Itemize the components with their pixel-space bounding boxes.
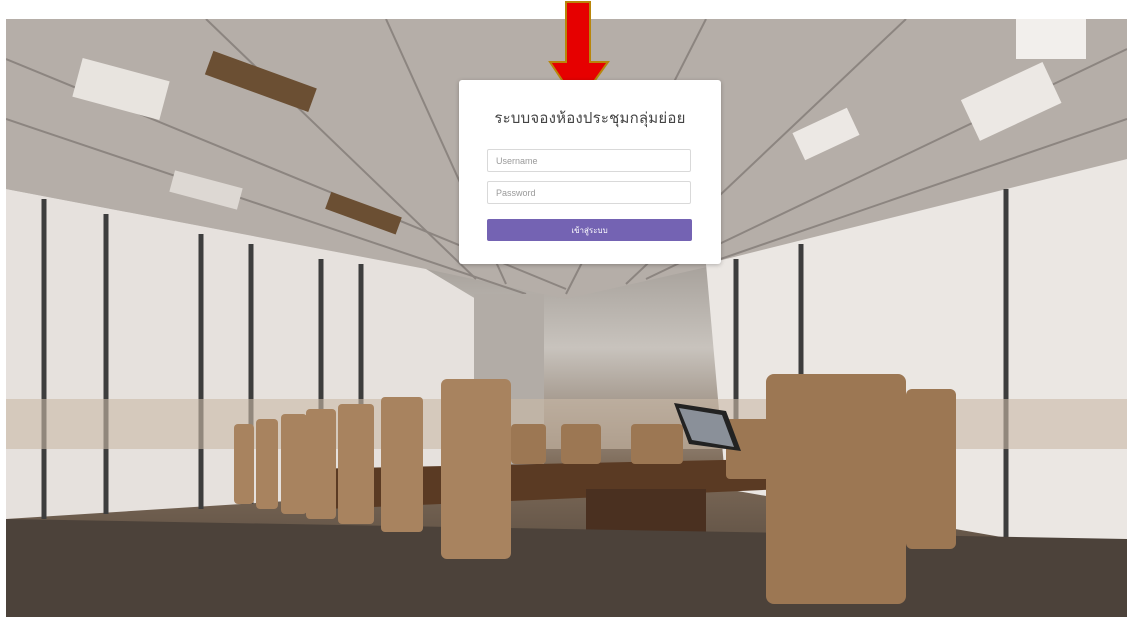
username-input[interactable] (487, 149, 691, 172)
login-button[interactable]: เข้าสู่ระบบ (487, 219, 692, 241)
login-title: ระบบจองห้องประชุมกลุ่มย่อย (494, 109, 686, 127)
password-input[interactable] (487, 181, 691, 204)
login-card: ระบบจองห้องประชุมกลุ่มย่อย เข้าสู่ระบบ (459, 80, 721, 264)
login-page: ระบบจองห้องประชุมกลุ่มย่อย เข้าสู่ระบบ (0, 0, 1127, 617)
